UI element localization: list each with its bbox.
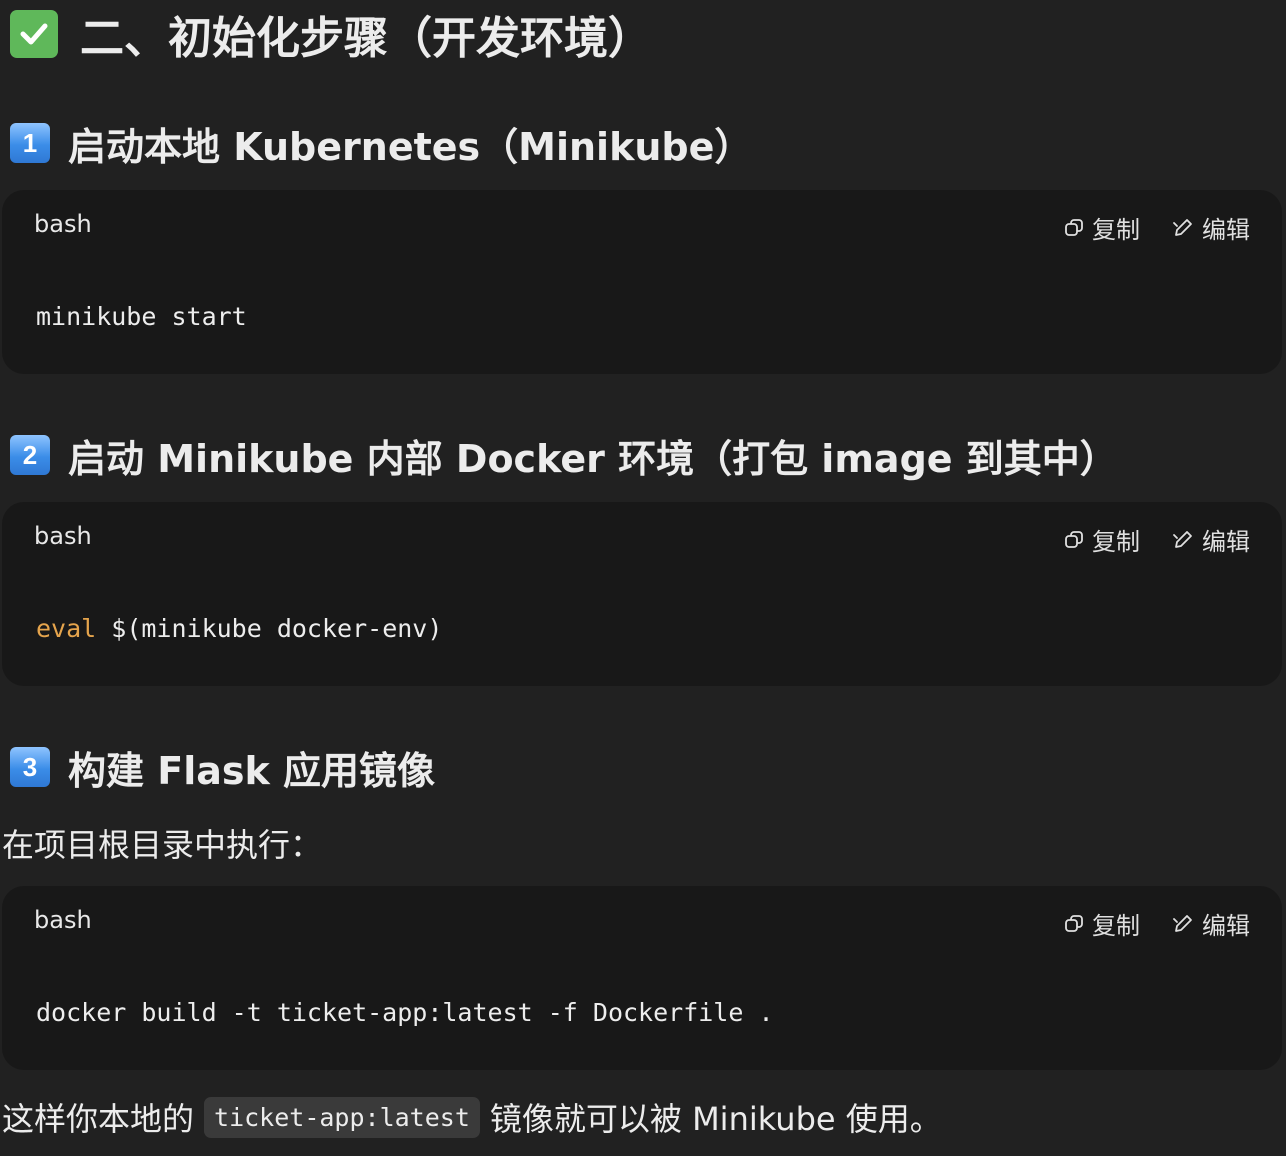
copy-button[interactable]: 复制	[1064, 522, 1140, 557]
pencil-icon	[1173, 218, 1192, 236]
step-1-heading: 1 启动本地 Kubernetes（Minikube）	[10, 117, 752, 169]
footer-paragraph: 这样你本地的 ticket-app:latest 镜像就可以被 Minikube…	[2, 1092, 942, 1142]
keycap-3-icon: 3	[10, 747, 50, 787]
footer-text-before: 这样你本地的	[2, 1100, 195, 1138]
code-keyword: eval	[36, 614, 97, 643]
code-block-1: bash 复制 编辑 minikube start	[2, 190, 1282, 374]
pencil-icon	[1173, 530, 1192, 548]
step-3-intro: 在项目根目录中执行：	[2, 826, 323, 864]
footer-text-after: 镜像就可以被 Minikube 使用。	[489, 1100, 942, 1138]
edit-button[interactable]: 编辑	[1172, 522, 1250, 557]
step-1-title: 启动本地 Kubernetes（Minikube）	[68, 124, 753, 169]
inline-code: ticket-app:latest	[204, 1096, 480, 1138]
code-block-2: bash 复制 编辑 eval $(minikube docker-env)	[2, 502, 1282, 686]
copy-label: 复制	[1092, 528, 1140, 556]
code-language-label: bash	[34, 522, 92, 550]
pencil-icon	[1173, 914, 1192, 932]
edit-label: 编辑	[1202, 528, 1250, 556]
copy-icon	[1065, 530, 1083, 548]
step-3-heading: 3 构建 Flask 应用镜像	[10, 741, 435, 793]
copy-label: 复制	[1092, 912, 1140, 940]
code-rest: $(minikube docker-env)	[96, 614, 443, 643]
copy-icon	[1065, 218, 1083, 236]
edit-label: 编辑	[1202, 216, 1250, 244]
edit-button[interactable]: 编辑	[1172, 906, 1250, 941]
section-heading-text: 二、初始化步骤（开发环境）	[80, 13, 652, 64]
code-content: eval $(minikube docker-env)	[36, 614, 442, 643]
step-3-title: 构建 Flask 应用镜像	[68, 748, 435, 793]
copy-label: 复制	[1092, 216, 1140, 244]
code-content: minikube start	[36, 302, 247, 331]
step-2-title: 启动 Minikube 内部 Docker 环境（打包 image 到其中）	[68, 436, 1118, 481]
code-content: docker build -t ticket-app:latest -f Doc…	[36, 998, 774, 1027]
keycap-1-icon: 1	[10, 123, 50, 163]
copy-icon	[1065, 914, 1083, 932]
code-block-3: bash 复制 编辑 docker build -t ticket-app:la…	[2, 886, 1282, 1070]
edit-label: 编辑	[1202, 912, 1250, 940]
code-language-label: bash	[34, 210, 92, 238]
copy-button[interactable]: 复制	[1064, 210, 1140, 245]
section-heading: 二、初始化步骤（开发环境）	[10, 4, 652, 64]
check-mark-icon	[10, 10, 58, 58]
keycap-2-icon: 2	[10, 435, 50, 475]
edit-button[interactable]: 编辑	[1172, 210, 1250, 245]
copy-button[interactable]: 复制	[1064, 906, 1140, 941]
step-2-heading: 2 启动 Minikube 内部 Docker 环境（打包 image 到其中）	[10, 429, 1118, 481]
code-language-label: bash	[34, 906, 92, 934]
